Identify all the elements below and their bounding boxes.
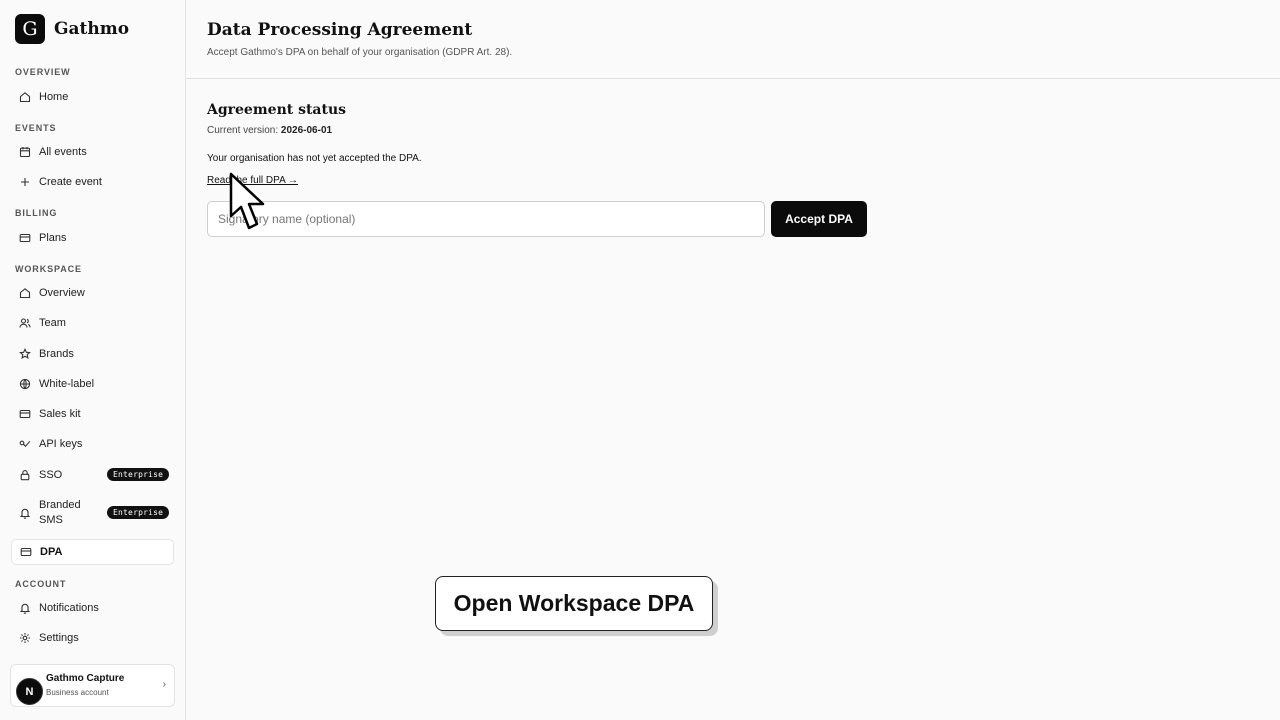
sidebar-item-label: Sales kit xyxy=(39,407,81,420)
sidebar-item-workspace-overview[interactable]: Overview xyxy=(11,280,174,306)
section-label-events: EVENTS xyxy=(15,123,57,133)
card-icon xyxy=(19,408,31,420)
page-header: Data Processing Agreement Accept Gathmo'… xyxy=(186,0,1280,79)
mouse-cursor-icon xyxy=(229,172,265,230)
sidebar-item-label: Overview xyxy=(39,286,85,299)
sidebar-item-create-event[interactable]: Create event xyxy=(11,169,174,195)
sidebar-item-label: All events xyxy=(39,145,87,158)
version-label: Current version: xyxy=(207,125,279,136)
sidebar-item-home[interactable]: Home xyxy=(11,84,174,110)
sidebar-item-dpa[interactable]: DPA xyxy=(11,539,174,565)
sidebar-item-team[interactable]: Team xyxy=(11,310,174,336)
app-name: Gathmo xyxy=(54,19,130,39)
home-icon xyxy=(19,91,31,103)
section-title: Agreement status xyxy=(207,102,347,118)
sidebar-item-white-label[interactable]: White-label xyxy=(11,371,174,397)
sidebar-item-api-keys[interactable]: API keys xyxy=(11,431,174,457)
section-label-account: ACCOUNT xyxy=(15,579,67,589)
account-switcher[interactable]: N Gathmo Capture Business account › xyxy=(10,664,175,707)
section-label-billing: BILLING xyxy=(15,208,58,218)
chevron-right-icon: › xyxy=(162,679,166,690)
sidebar-item-label: Settings xyxy=(39,631,79,644)
sidebar-item-label: Team xyxy=(39,316,66,329)
sidebar-item-label: Branded SMS xyxy=(39,499,81,526)
sidebar-item-label: Notifications xyxy=(39,601,99,614)
sidebar-item-label: Create event xyxy=(39,175,102,188)
sidebar-item-label: Home xyxy=(39,90,69,103)
enterprise-badge: Enterprise xyxy=(107,468,170,481)
accept-dpa-button[interactable]: Accept DPA xyxy=(771,201,867,237)
sidebar-item-label: SSO xyxy=(39,468,63,481)
card-icon xyxy=(20,546,32,558)
sidebar-item-label: API keys xyxy=(39,437,83,450)
version-info: Current version: 2026-06-01 xyxy=(207,125,332,136)
globe-icon xyxy=(19,378,31,390)
bell-icon xyxy=(19,507,31,519)
logo[interactable]: G Gathmo xyxy=(15,14,129,44)
sidebar: G Gathmo OVERVIEW Home EVENTS All events… xyxy=(0,0,186,720)
card-icon xyxy=(19,232,31,244)
version-value: 2026-06-01 xyxy=(280,125,333,136)
page-subtitle: Accept Gathmo's DPA on behalf of your or… xyxy=(207,47,513,58)
key-icon xyxy=(19,438,31,450)
sidebar-item-label: Plans xyxy=(39,231,67,244)
sidebar-item-label: White-label xyxy=(39,377,95,390)
sidebar-item-branded-sms[interactable]: Branded SMS Enterprise xyxy=(11,495,174,531)
plus-icon xyxy=(19,176,31,188)
sidebar-item-settings[interactable]: Settings xyxy=(11,625,174,651)
section-label-overview: OVERVIEW xyxy=(15,67,71,77)
users-icon xyxy=(19,317,31,329)
sidebar-item-sales-kit[interactable]: Sales kit xyxy=(11,401,174,427)
sidebar-item-brands[interactable]: Brands xyxy=(11,341,174,367)
logo-icon: G xyxy=(15,14,45,44)
sidebar-item-notifications[interactable]: Notifications xyxy=(11,595,174,621)
bell-icon xyxy=(19,602,31,614)
sidebar-item-sso[interactable]: SSO Enterprise xyxy=(11,462,174,488)
star-icon xyxy=(19,348,31,360)
instruction-callout: Open Workspace DPA xyxy=(435,576,713,631)
sidebar-item-label: Brands xyxy=(39,347,74,360)
enterprise-badge: Enterprise xyxy=(107,506,170,519)
page-title: Data Processing Agreement xyxy=(207,20,473,40)
home-icon xyxy=(19,287,31,299)
signatory-name-input[interactable] xyxy=(207,201,765,237)
calendar-icon xyxy=(19,146,31,158)
account-type: Business account xyxy=(46,688,109,697)
lock-icon xyxy=(19,469,31,481)
gear-icon xyxy=(19,632,31,644)
sidebar-item-all-events[interactable]: All events xyxy=(11,139,174,165)
account-name: Gathmo Capture xyxy=(46,673,125,684)
sidebar-item-label: DPA xyxy=(40,545,63,558)
status-text: Your organisation has not yet accepted t… xyxy=(207,153,422,164)
section-label-workspace: WORKSPACE xyxy=(15,264,82,274)
sidebar-item-plans[interactable]: Plans xyxy=(11,225,174,251)
avatar: N xyxy=(16,678,43,705)
